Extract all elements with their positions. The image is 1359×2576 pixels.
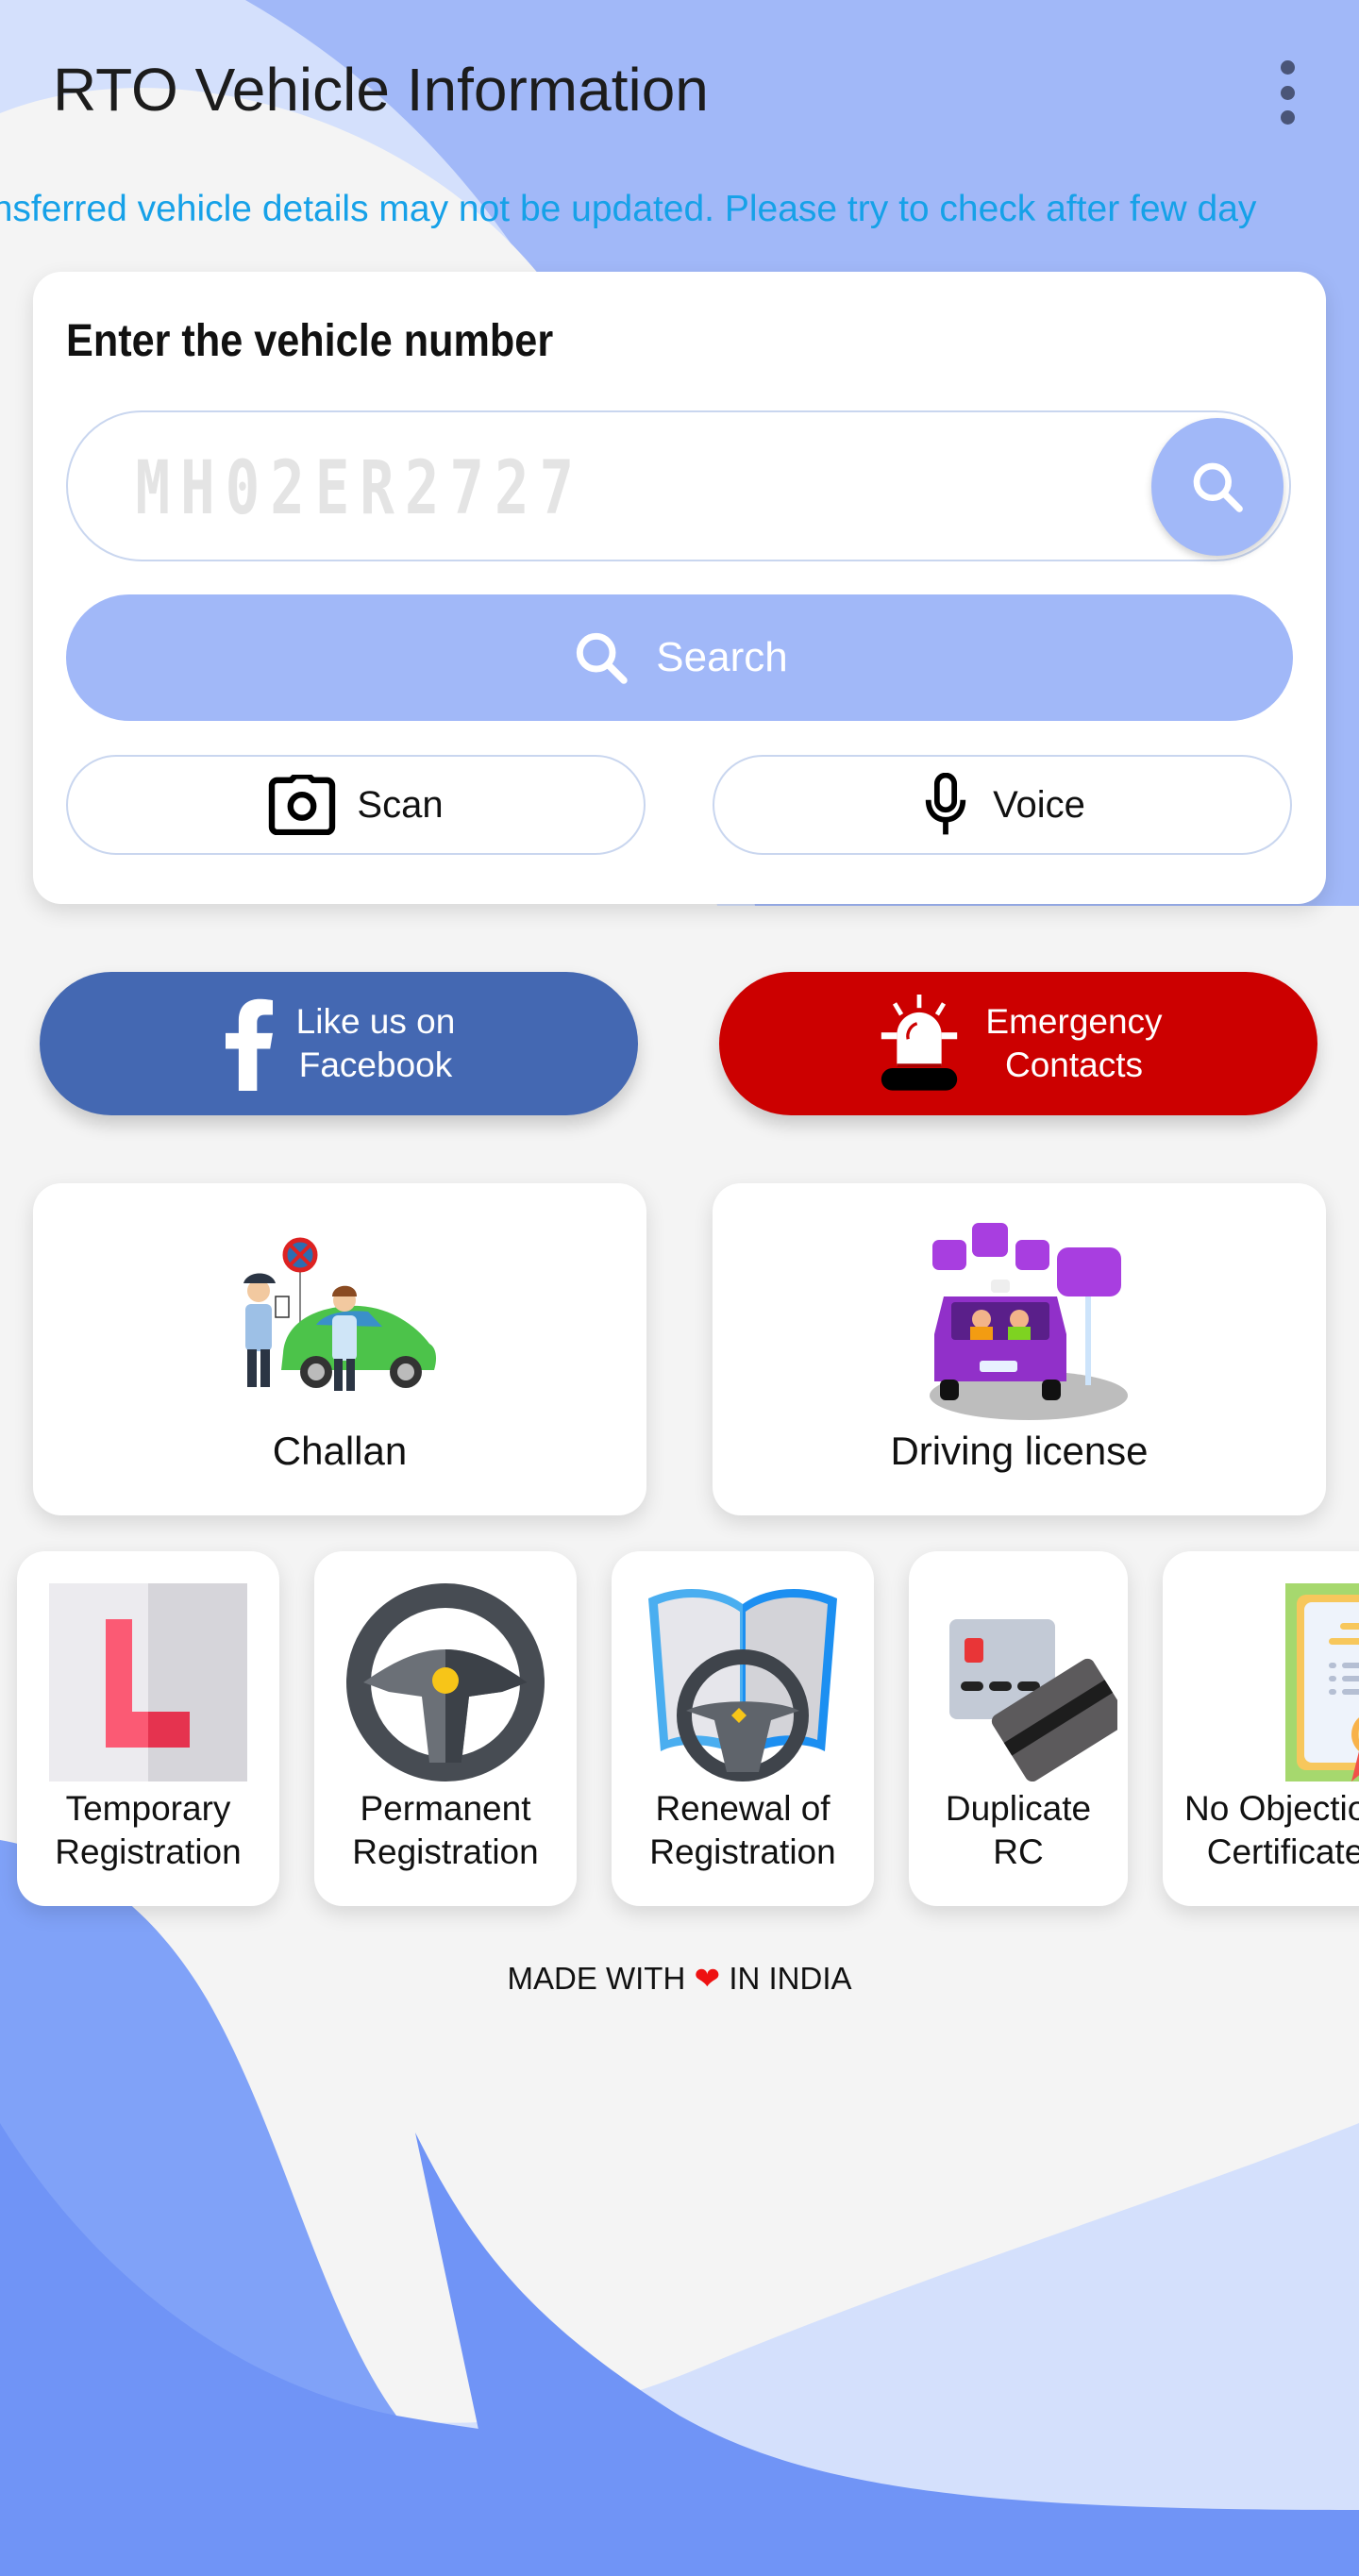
vehicle-search-card: Enter the vehicle number Search Scan Voi… bbox=[33, 272, 1326, 904]
app-title: RTO Vehicle Information bbox=[53, 56, 709, 124]
made-in-india-footer: MADE WITH ❤ IN INDIA bbox=[0, 1960, 1359, 1997]
search-button-label: Search bbox=[656, 634, 788, 680]
camera-icon bbox=[269, 775, 336, 835]
service-duplicate-rc[interactable]: Duplicate RC bbox=[909, 1551, 1128, 1906]
service-temporary-registration[interactable]: Temporary Registration bbox=[17, 1551, 279, 1906]
challan-label: Challan bbox=[272, 1429, 408, 1473]
service-no-objection-certificate[interactable]: No Objection Certificate bbox=[1163, 1551, 1359, 1906]
search-card-heading: Enter the vehicle number bbox=[66, 316, 554, 366]
facebook-label-line2: Facebook bbox=[298, 1045, 453, 1084]
footer-prefix: MADE WITH bbox=[507, 1961, 686, 1996]
service-label: Duplicate RC bbox=[945, 1789, 1092, 1871]
facebook-label-line1: Like us on bbox=[295, 1002, 456, 1041]
facebook-like-button[interactable]: Like us on Facebook bbox=[40, 972, 638, 1115]
challan-card[interactable]: Challan bbox=[33, 1183, 646, 1515]
book-steering-wheel-icon bbox=[648, 1588, 837, 1781]
inline-search-button[interactable] bbox=[1151, 418, 1284, 556]
traffic-police-illustration bbox=[243, 1237, 437, 1391]
emergency-label-line2: Contacts bbox=[1004, 1045, 1143, 1084]
driving-license-label: Driving license bbox=[890, 1429, 1149, 1473]
facebook-icon bbox=[225, 998, 273, 1091]
microphone-icon bbox=[925, 773, 966, 835]
certificate-icon bbox=[1285, 1583, 1359, 1781]
learner-car-illustration bbox=[930, 1223, 1128, 1420]
voice-button-label: Voice bbox=[993, 783, 1085, 826]
siren-icon bbox=[881, 995, 958, 1091]
footer-suffix: IN INDIA bbox=[729, 1961, 852, 1996]
scan-button[interactable]: Scan bbox=[66, 755, 646, 855]
scan-button-label: Scan bbox=[357, 783, 444, 826]
heart-icon: ❤ bbox=[694, 1961, 721, 1996]
service-label: Renewal of Registration bbox=[649, 1789, 836, 1871]
service-label: Temporary Registration bbox=[55, 1789, 242, 1871]
more-vert-dot bbox=[1280, 110, 1295, 125]
steering-wheel-icon bbox=[346, 1583, 545, 1781]
service-label: Permanent Registration bbox=[352, 1789, 539, 1871]
more-vert-icon bbox=[1280, 60, 1295, 75]
overflow-menu-button[interactable] bbox=[1261, 60, 1314, 125]
driving-license-card[interactable]: Driving license bbox=[713, 1183, 1326, 1515]
emergency-label-line1: Emergency bbox=[985, 1002, 1163, 1041]
emergency-contacts-button[interactable]: Emergency Contacts bbox=[719, 972, 1317, 1115]
service-renewal-of-registration[interactable]: Renewal of Registration bbox=[612, 1551, 874, 1906]
voice-button[interactable]: Voice bbox=[713, 755, 1292, 855]
notice-marquee: ansferred vehicle details may not be upd… bbox=[0, 189, 1359, 245]
vehicle-number-field[interactable] bbox=[66, 410, 1291, 561]
service-permanent-registration[interactable]: Permanent Registration bbox=[314, 1551, 577, 1906]
cards-icon bbox=[949, 1619, 1117, 1781]
search-button[interactable]: Search bbox=[66, 594, 1293, 721]
search-icon bbox=[577, 632, 629, 684]
learner-l-plate-icon bbox=[49, 1583, 247, 1781]
search-icon bbox=[1193, 462, 1243, 512]
vehicle-number-input[interactable] bbox=[134, 441, 874, 537]
more-vert-dot bbox=[1280, 85, 1295, 100]
notice-text: ansferred vehicle details may not be upd… bbox=[0, 189, 1257, 229]
service-label: No Objection Certificate bbox=[1184, 1789, 1359, 1871]
